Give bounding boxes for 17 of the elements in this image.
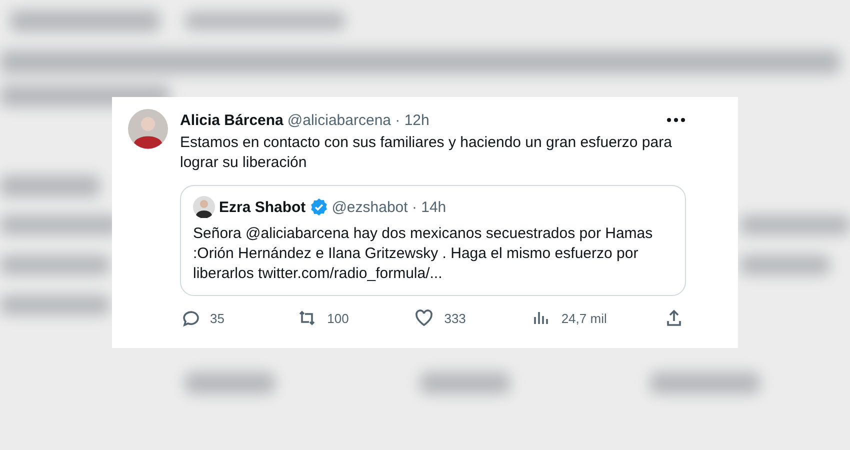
action-count: 100 [327,310,349,326]
retweet-icon[interactable] [297,308,318,328]
quoted-tweet[interactable]: Ezra Shabot @ezshabot · 14h Señora @aliciabarcena hay dos mexicanos secuestrados por Hamas :Orión Hernández e Ilana Gritzewsky . Haga el mismo esfuerzo por liberarlos twitter.com/radio_formula/... [180,185,686,296]
action-count: 333 [444,310,466,326]
author-handle-time: @ezshabot · 14h [332,198,446,216]
author-handle-time: @aliciabarcena · 12h [287,112,430,128]
tweet-text: Estamos en contacto con sus familiares y haciendo un gran esfuerzo para lograr su liberación [180,133,673,173]
avatar[interactable] [128,109,168,149]
quoted-text: Señora @aliciabarcena hay dos mexicanos secuestrados por Hamas :Orión Hernández e Ilana Gritzewsky . Haga el mismo esfuerzo por liberarlos twitter.com/radio_formula/... [193,224,654,284]
heart-icon[interactable] [414,308,434,328]
reply-icon[interactable] [180,308,200,328]
action-count: 24,7 mil [561,310,607,326]
more-icon[interactable] [666,117,686,123]
action-count: 35 [210,310,224,326]
avatar [193,196,215,218]
author-name[interactable]: Alicia Bárcena [180,112,284,128]
author-name: Ezra Shabot [219,198,306,216]
